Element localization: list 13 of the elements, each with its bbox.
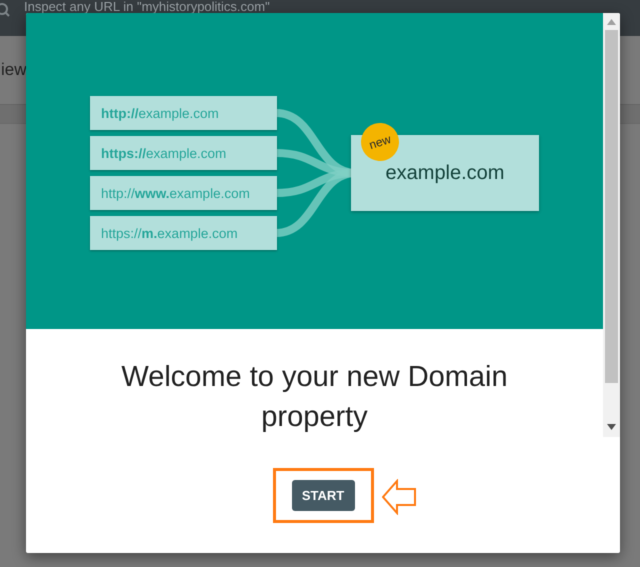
search-field[interactable]: Inspect any URL in "myhistorypolitics.com": [24, 0, 270, 13]
dialog-title: Welcome to your new Domain property: [120, 360, 509, 435]
page-heading: iew: [1, 60, 27, 80]
url-text: https://m.example.com: [101, 226, 238, 240]
scroll-up-icon[interactable]: [607, 19, 616, 25]
arrow-icon: [382, 479, 418, 515]
start-button[interactable]: START: [292, 480, 354, 511]
search-icon[interactable]: [0, 3, 10, 17]
url-text: http://www.example.com: [101, 186, 250, 200]
scrollbar[interactable]: [603, 13, 620, 437]
url-text: https://example.com: [101, 146, 226, 160]
url-text: http://example.com: [101, 106, 219, 120]
scroll-down-icon[interactable]: [607, 424, 616, 430]
